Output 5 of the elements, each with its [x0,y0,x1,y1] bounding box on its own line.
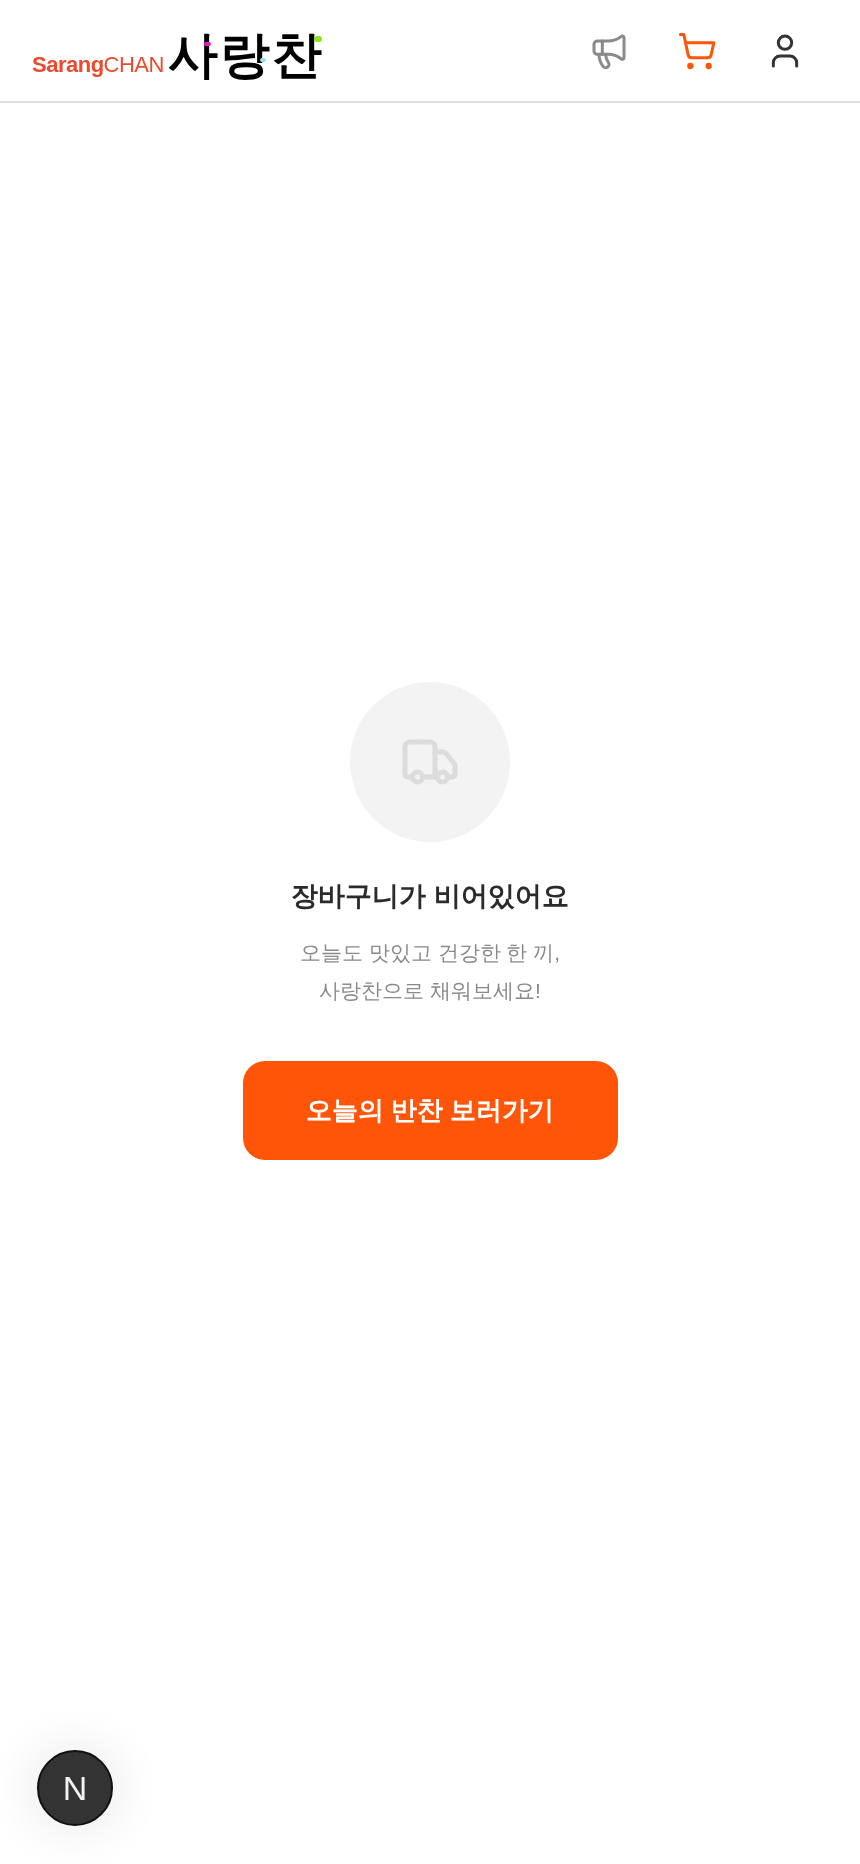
empty-cart-title: 장바구니가 비어있어요 [291,880,569,913]
empty-cart-message: 오늘도 맛있고 건강한 한 끼, 사랑찬으로 채워보세요! [299,940,561,1004]
logo-link[interactable]: SarangCHAN 사랑찬 [32,21,324,80]
cart-icon [677,30,717,71]
dev-badge-button[interactable]: N [37,1750,113,1826]
